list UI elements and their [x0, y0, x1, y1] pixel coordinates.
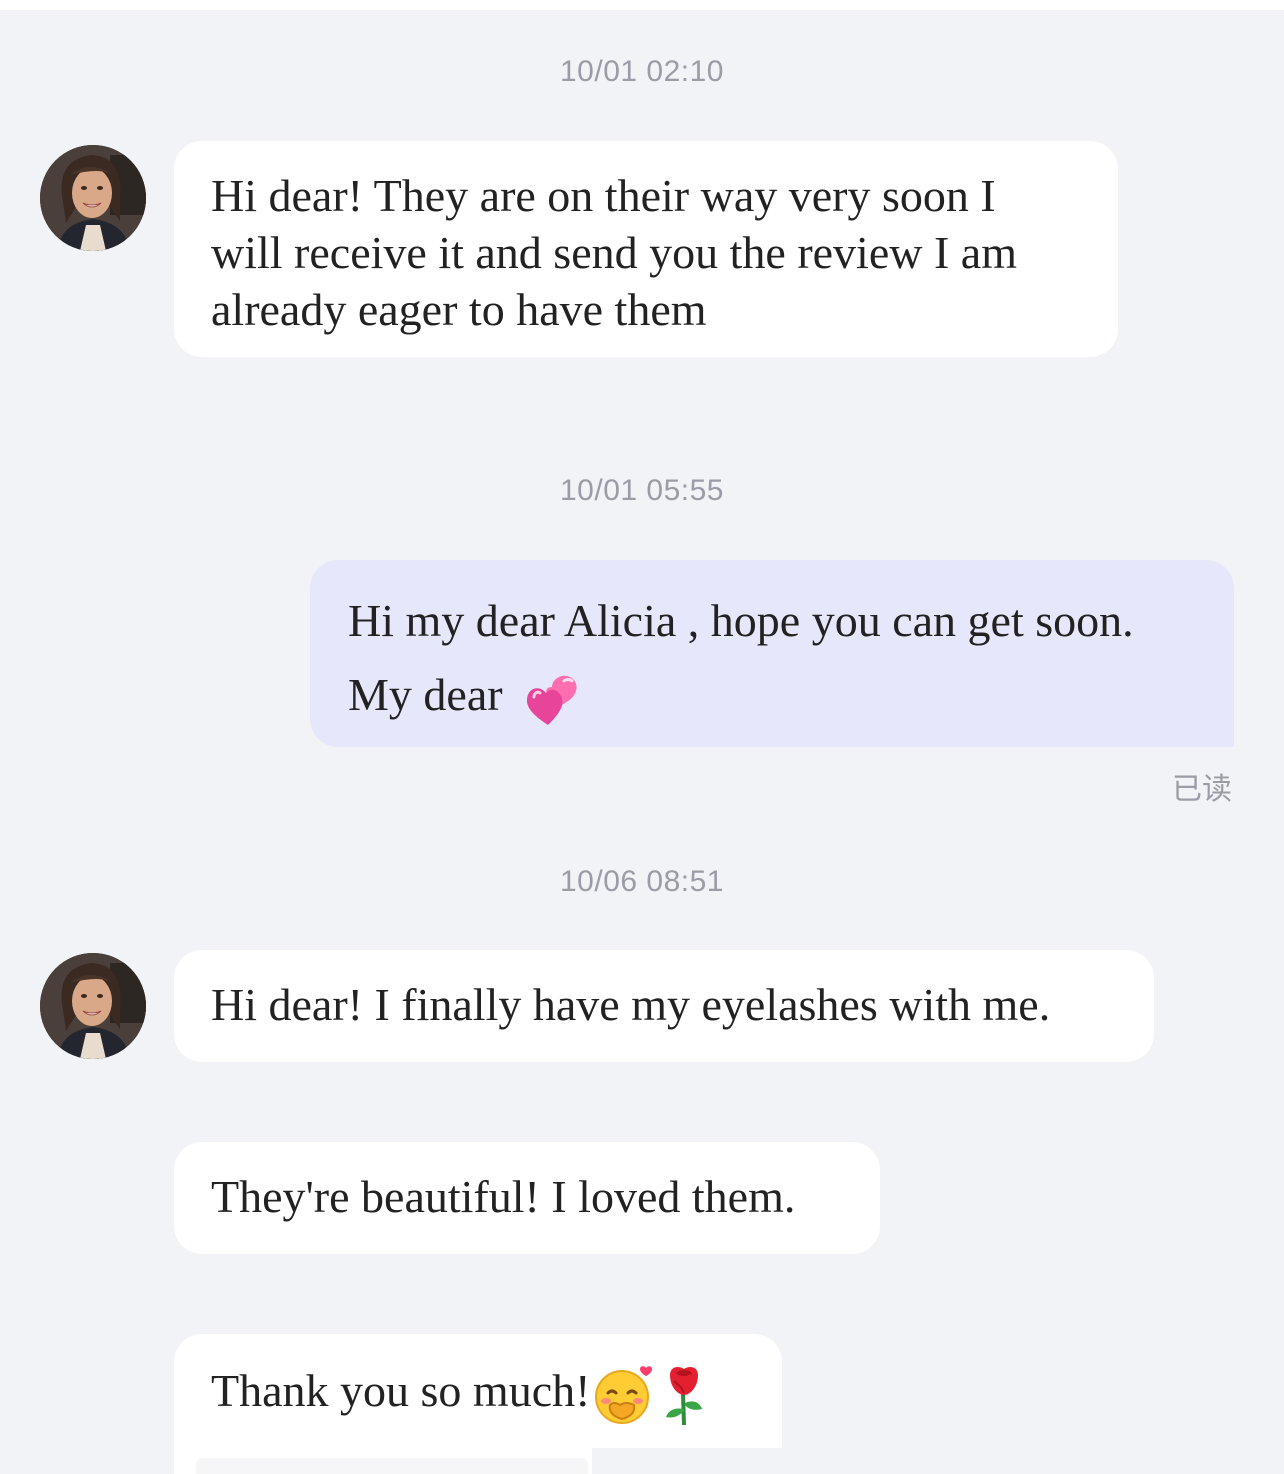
next-message-content-partial — [196, 1458, 588, 1474]
message-line: will receive it and send you the review … — [211, 227, 1017, 278]
message-line: Hi dear! They are on their way very soon… — [211, 170, 996, 221]
timestamp: 10/06 08:51 — [560, 865, 724, 898]
timestamp: 10/01 05:55 — [560, 474, 724, 507]
incoming-message-bubble[interactable]: Thank you so much! — [174, 1334, 782, 1448]
two-hearts-icon — [524, 671, 582, 727]
rose-icon — [662, 1363, 706, 1427]
read-status: 已读 — [1172, 772, 1232, 807]
blushing-face-icon — [592, 1365, 656, 1425]
incoming-message-bubble[interactable]: Hi dear! I finally have my eyelashes wit… — [174, 950, 1154, 1062]
top-strip — [0, 0, 1284, 10]
message-line: Hi dear! I finally have my eyelashes wit… — [211, 979, 1051, 1030]
message-line: Thank you so much! — [211, 1365, 591, 1416]
message-line: They're beautiful! I loved them. — [211, 1171, 796, 1222]
message-line-with-emoji: My dear — [348, 658, 1194, 732]
timestamp: 10/01 02:10 — [560, 55, 724, 88]
contact-avatar[interactable] — [40, 953, 146, 1059]
contact-avatar[interactable] — [40, 145, 146, 251]
incoming-message-bubble[interactable]: Hi dear! They are on their way very soon… — [174, 141, 1118, 357]
outgoing-message-bubble[interactable]: Hi my dear Alicia , hope you can get soo… — [310, 560, 1234, 747]
incoming-message-bubble[interactable]: They're beautiful! I loved them. — [174, 1142, 880, 1254]
message-line: My dear — [348, 669, 503, 720]
message-line-with-emoji: Thank you so much! — [211, 1362, 746, 1427]
message-line: already eager to have them — [211, 284, 707, 335]
message-line: Hi my dear Alicia , hope you can get soo… — [348, 595, 1134, 646]
